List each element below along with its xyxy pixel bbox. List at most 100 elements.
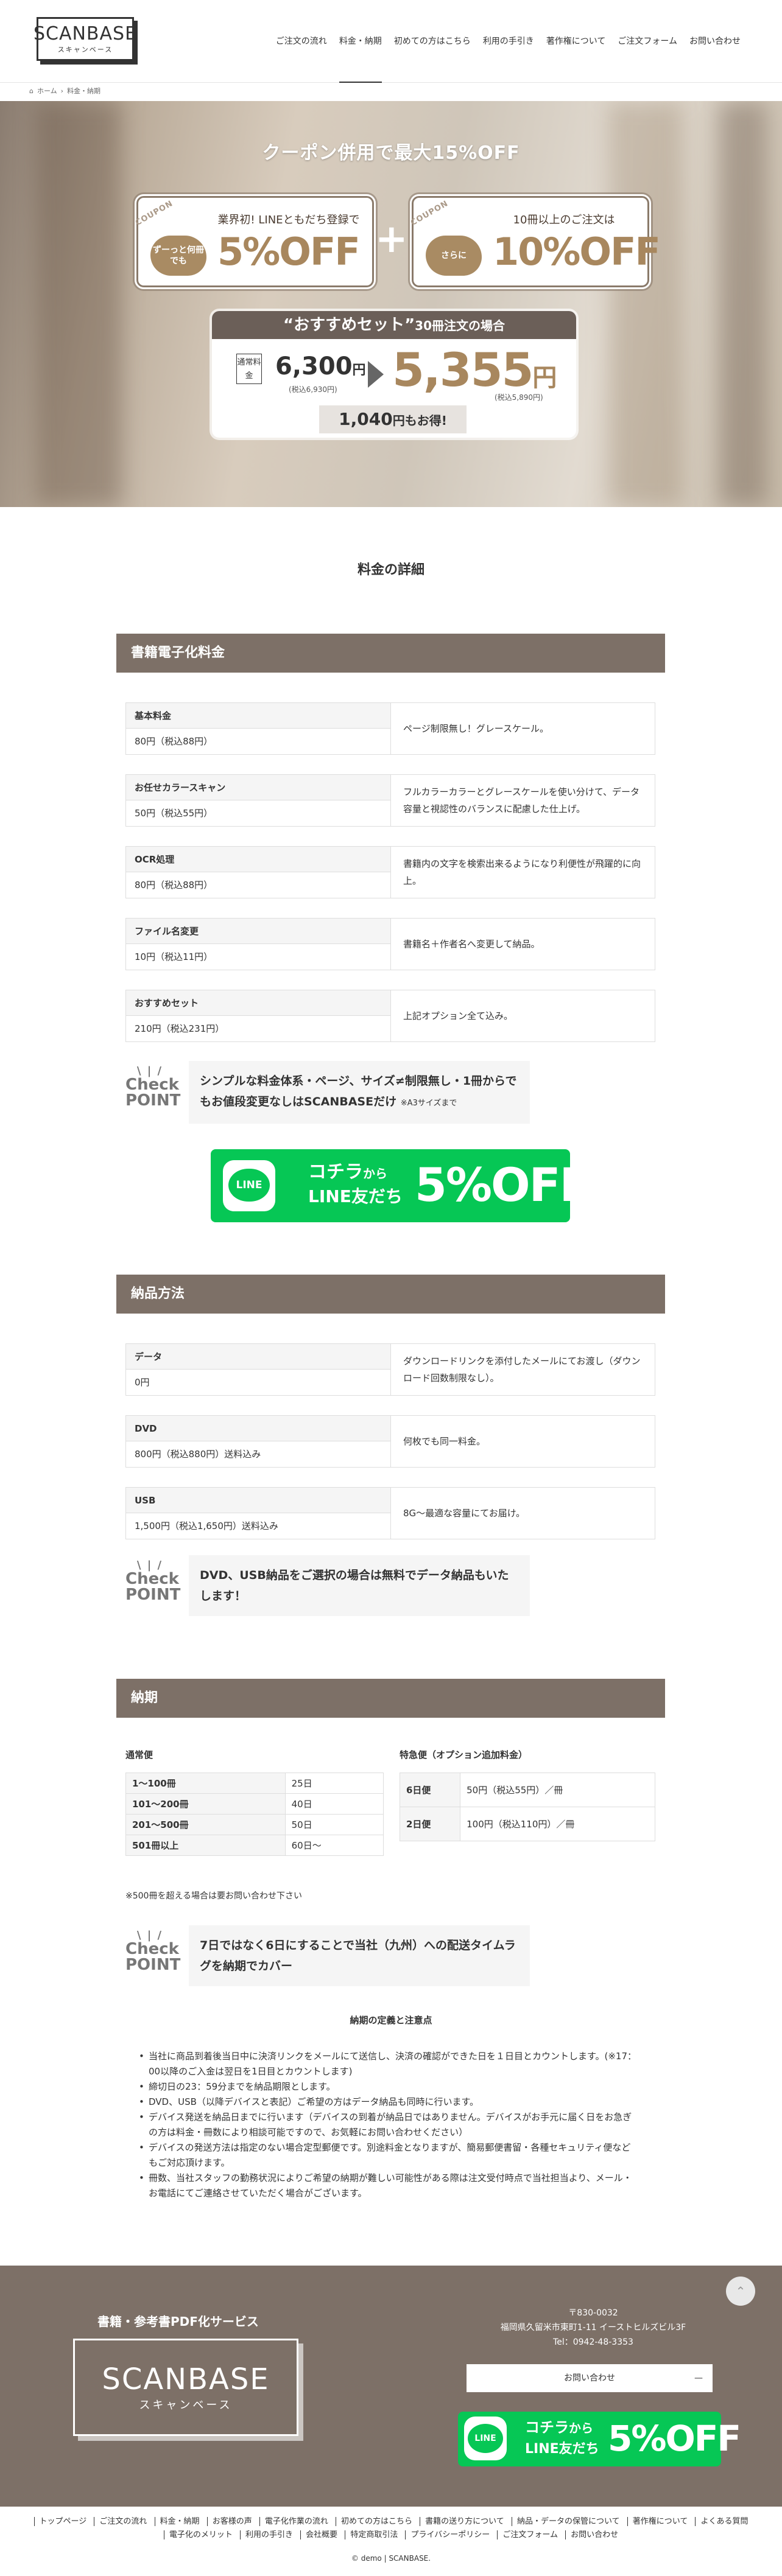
footer-link[interactable]: 料金・納期 xyxy=(154,2517,205,2526)
footer-link[interactable]: 書籍の送り方について xyxy=(420,2517,509,2526)
footer-logo[interactable]: SCANBASE スキャンベース xyxy=(73,2339,298,2436)
price-row: OCR処理 80円（税込88円） 書籍内の文字を検索出来るようになり利便性が飛躍的に… xyxy=(125,846,655,898)
price-row-left: 基本料金 80円（税込88円） xyxy=(126,703,391,754)
footer-link[interactable]: 初めての方はこちら xyxy=(336,2517,418,2526)
price-row-desc: 上記オプション全て込み。 xyxy=(403,1010,513,1021)
express-delivery-label: 特急便（オプション追加料金） xyxy=(400,1749,528,1760)
table-cell-label: 101〜200冊 xyxy=(125,1793,286,1815)
arrow-right-icon xyxy=(368,361,384,388)
footer-link[interactable]: プライバシーポリシー xyxy=(405,2530,495,2539)
dash-icon: — xyxy=(694,2373,703,2383)
recommended-set-box: “おすすめセット”30冊注文の場合 通常料金 6,300円 (税込6,930円)… xyxy=(212,311,576,438)
normal-delivery-table: 1〜100冊 25日 101〜200冊 40日 201〜500冊 50日 501冊以上 60日… xyxy=(125,1773,384,1856)
footer-service-title: 書籍・参考書PDF化サービス xyxy=(97,2314,259,2329)
breadcrumb-home[interactable]: ホーム xyxy=(37,86,57,96)
footer-link[interactable]: ご注文の流れ xyxy=(94,2517,152,2526)
price-row-price: 80円（税込88円） xyxy=(135,880,213,891)
breadcrumb-current: 料金・納期 xyxy=(67,87,101,95)
coupon-bulk: COUPON 10冊以上のご注文は さらに 10%OFF xyxy=(409,194,661,289)
price-row-desc: フルカラーカラーとグレースケールを使い分けて、データ容量と視認性のバランスに配慮… xyxy=(403,786,640,814)
footer-link[interactable]: 特定商取引法 xyxy=(345,2530,403,2539)
site-header: SCANBASE スキャンベース ご注文の流れ 料金・納期 初めての方はこちら 利用の… xyxy=(0,0,782,83)
copyright: © demo | SCANBASE. xyxy=(351,2554,431,2563)
price-row: DVD 800円（税込880円）送料込み 何枚でも同一料金。 xyxy=(125,1415,655,1468)
hero-title: クーポン併用で最大15%OFF xyxy=(262,142,520,164)
global-nav: ご注文の流れ 料金・納期 初めての方はこちら 利用の手引き 著作権について ご注文フォーム… xyxy=(270,0,747,83)
list-item: 冊数、当社スタッフの勤務状況によりご希望の納期が難しい可能性がある際は注文受付時… xyxy=(139,2171,638,2201)
normal-delivery-note: ※500冊を超える場合は要お問い合わせ下さい xyxy=(125,1891,303,1901)
footer-address: 〒830-0032 福岡県久留米市東町1-11 イーストヒルズビル3F Tel：… xyxy=(500,2308,686,2347)
footer-link[interactable]: 会社概要 xyxy=(300,2530,343,2539)
footer-link[interactable]: 電子化作業の流れ xyxy=(259,2517,333,2526)
nav-item[interactable]: お問い合わせ xyxy=(683,0,747,83)
nav-item[interactable]: 初めての方はこちら xyxy=(388,0,477,83)
price-row-left: DVD 800円（税込880円）送料込み xyxy=(126,1416,391,1467)
price-row: おすすめセット 210円（税込231円） 上記オプション全て込み。 xyxy=(125,990,655,1042)
footer-contact-button[interactable]: お問い合わせ — xyxy=(467,2364,713,2392)
express-delivery-table: 6日便 50円（税込55円）／冊 2日便 100円（税込110円）／冊 xyxy=(399,1773,655,1841)
footer-link[interactable]: ご注文フォーム xyxy=(497,2530,563,2539)
plus-sign: + xyxy=(375,217,408,262)
price-row-desc: 書籍名＋作者名へ変更して納品。 xyxy=(403,939,540,950)
footer-link[interactable]: 納品・データの保管について xyxy=(511,2517,625,2526)
nav-item[interactable]: ご注文フォーム xyxy=(611,0,683,83)
scroll-to-top-button[interactable]: ⌃ xyxy=(726,2277,755,2306)
line-logo-icon: LINE xyxy=(223,1160,275,1211)
price-row: USB 1,500円（税込1,650円）送料込み 8G〜最適な容量にてお届け。 xyxy=(125,1487,655,1539)
footer-link[interactable]: お客様の声 xyxy=(206,2517,257,2526)
footer-link[interactable]: 著作権について xyxy=(627,2517,693,2526)
price-row-desc: 何枚でも同一料金。 xyxy=(403,1436,486,1447)
price-row-name: ファイル名変更 xyxy=(126,919,390,944)
price-row-left: おすすめセット 210円（税込231円） xyxy=(126,990,391,1041)
schedule-notes-title: 納期の定義と注意点 xyxy=(350,2015,432,2026)
price-row-name: 基本料金 xyxy=(126,703,390,729)
line-friend-banner[interactable]: LINE コチラから LINE友だち 5%OFF xyxy=(211,1149,591,1222)
breadcrumb: ⌂ ホーム › 料金・納期 xyxy=(29,86,100,96)
price-row-left: USB 1,500円（税込1,650円）送料込み xyxy=(126,1488,391,1539)
price-row-desc: 8G〜最適な容量にてお届け。 xyxy=(403,1508,525,1519)
nav-item[interactable]: 料金・納期 xyxy=(333,0,388,83)
price-row-price: 800円（税込880円）送料込み xyxy=(135,1449,261,1460)
price-row-price: 1,500円（税込1,650円）送料込み xyxy=(135,1521,278,1531)
check-point-delivery: \ | / Check POINT DVD、USB納品をご選択の場合は無料でデータ納… xyxy=(125,1555,661,1616)
hero-banner: クーポン併用で最大15%OFF COUPON 業界初! LINEともだち登録で … xyxy=(0,101,782,507)
price-row-name: データ xyxy=(126,1344,390,1370)
price-row-price: 80円（税込88円） xyxy=(135,736,213,747)
footer-link[interactable]: トップページ xyxy=(33,2517,92,2526)
table-cell-value: 60日〜 xyxy=(284,1835,384,1856)
section-heading-pricing: 書籍電子化料金 xyxy=(116,634,665,673)
price-row-desc: ページ制限無し！グレースケール。 xyxy=(403,723,549,734)
table-cell-label: 201〜500冊 xyxy=(125,1814,286,1835)
price-row-desc: 書籍内の文字を検索出来るようになり利便性が飛躍的に向上。 xyxy=(403,858,641,886)
coupon-line: COUPON 業界初! LINEともだち登録で ずーっと何冊でも 5%OFF xyxy=(134,194,376,289)
price-row-left: お任せカラースキャン 50円（税込55円） xyxy=(126,775,391,826)
footer-link[interactable]: 電子化のメリット xyxy=(163,2530,238,2539)
price-row-price: 210円（税込231円） xyxy=(135,1023,225,1034)
price-row: お任せカラースキャン 50円（税込55円） フルカラーカラーとグレースケールを使い分… xyxy=(125,774,655,827)
footer-line-banner[interactable]: LINE コチラから LINE友だち 5%OFF xyxy=(458,2412,741,2466)
footer-link[interactable]: 利用の手引き xyxy=(240,2530,298,2539)
nav-item[interactable]: 著作権について xyxy=(540,0,612,83)
price-row-left: データ 0円 xyxy=(126,1344,391,1395)
page-title: 料金の詳細 xyxy=(357,562,424,578)
site-logo[interactable]: SCANBASE スキャンベース xyxy=(33,17,136,61)
table-row: 501冊以上 60日〜 xyxy=(125,1835,384,1856)
list-item: 締切日の23：59分までを納品期限とします。 xyxy=(139,2079,638,2095)
nav-item[interactable]: ご注文の流れ xyxy=(270,0,333,83)
normal-price: 6,300円 xyxy=(275,352,366,380)
check-point-icon: \ | / Check POINT xyxy=(125,1559,181,1604)
footer-link[interactable]: お問い合わせ xyxy=(565,2530,624,2539)
price-row: ファイル名変更 10円（税込11円） 書籍名＋作者名へ変更して納品。 xyxy=(125,918,655,970)
price-row-price: 50円（税込55円） xyxy=(135,808,213,819)
table-row: 2日便 100円（税込110円）／冊 xyxy=(399,1807,655,1841)
list-item: デバイスの発送方法は指定のない場合定型郵便です。別途料金となりますが、簡易郵便書… xyxy=(139,2140,638,2171)
line-logo-icon: LINE xyxy=(464,2417,507,2460)
table-row: 6日便 50円（税込55円）／冊 xyxy=(399,1773,655,1807)
footer-link[interactable]: よくある質問 xyxy=(695,2517,753,2526)
price-row-name: OCR処理 xyxy=(126,847,390,872)
nav-item[interactable]: 利用の手引き xyxy=(477,0,540,83)
check-point-pricing: \ | / Check POINT シンプルな料金体系・ページ、サイズ≠制限無し・1… xyxy=(125,1061,661,1124)
set-title: “おすすめセット”30冊注文の場合 xyxy=(212,311,576,339)
footer-bottom: トップページ ご注文の流れ 料金・納期 お客様の声 電子化作業の流れ 初めての方… xyxy=(0,2507,782,2576)
saving-amount: 1,040円もお得! xyxy=(319,405,467,433)
